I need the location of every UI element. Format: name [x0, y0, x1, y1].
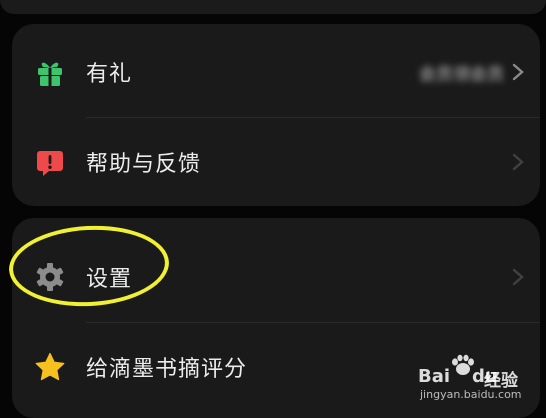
chevron-right-icon — [512, 153, 524, 171]
watermark-url: jingyan.baidu.com — [420, 388, 522, 401]
top-bar — [0, 0, 546, 14]
gift-icon — [34, 56, 66, 88]
menu-label-rate: 给滴墨书摘评分 — [86, 357, 248, 382]
menu-label-gift: 有礼 — [86, 62, 133, 87]
menu-label-help: 帮助与反馈 — [86, 152, 202, 177]
menu-card-primary: 有礼 会员领会员 帮助与反馈 — [12, 24, 540, 206]
feedback-icon — [34, 146, 66, 178]
chevron-right-icon — [512, 268, 524, 286]
gift-hint-text: 会员领会员 — [419, 64, 504, 85]
chevron-right-icon — [512, 63, 524, 81]
watermark: Bai du 经验 jingyan.baidu.com — [418, 354, 538, 404]
star-icon — [34, 351, 66, 383]
menu-item-help[interactable]: 帮助与反馈 — [12, 117, 540, 206]
menu-item-gift[interactable]: 有礼 会员领会员 — [12, 27, 540, 117]
